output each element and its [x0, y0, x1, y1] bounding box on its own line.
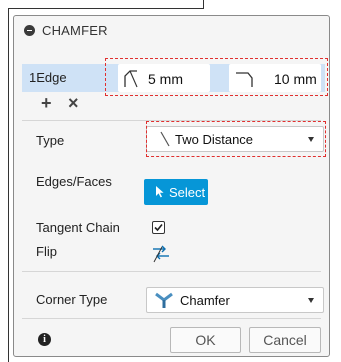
checkmark-icon [154, 223, 163, 232]
select-button-label: Select [169, 185, 206, 200]
background-line-connector [203, 0, 204, 9]
divider [22, 318, 321, 319]
highlight-box-type [146, 121, 326, 157]
cursor-arrow-icon [156, 186, 164, 198]
corner-type-value: Chamfer [180, 293, 230, 308]
flip-icon[interactable] [150, 244, 172, 264]
edge-count-label: Edge [36, 70, 67, 85]
ok-button[interactable]: OK [170, 327, 241, 353]
background-line-vertical [8, 8, 9, 362]
info-icon[interactable]: i [38, 333, 51, 346]
corner-type-label: Corner Type [36, 292, 108, 307]
highlight-box-distances [105, 58, 328, 96]
remove-edge-button[interactable]: × [68, 94, 79, 112]
divider [22, 271, 321, 272]
chevron-down-icon [308, 298, 314, 303]
collapse-icon[interactable] [24, 25, 35, 36]
tangent-chain-checkbox[interactable] [152, 221, 165, 234]
tangent-chain-label: Tangent Chain [36, 220, 120, 235]
chamfer-corner-icon [155, 292, 173, 308]
dialog-title: CHAMFER [42, 23, 108, 38]
add-edge-button[interactable]: + [41, 94, 52, 112]
background-line-horizontal [8, 8, 203, 9]
dialog-header: CHAMFER [14, 16, 329, 44]
cancel-button[interactable]: Cancel [249, 327, 321, 353]
select-edges-button[interactable]: Select [144, 179, 208, 205]
corner-type-dropdown[interactable]: Chamfer [146, 287, 324, 313]
edge-count[interactable]: 1Edge [22, 64, 102, 92]
edges-faces-label: Edges/Faces [36, 174, 112, 189]
chamfer-dialog: CHAMFER 1Edge 5 mm 10 mm + × Type Two Di… [13, 15, 330, 357]
flip-label: Flip [36, 244, 57, 259]
type-label: Type [36, 133, 65, 148]
